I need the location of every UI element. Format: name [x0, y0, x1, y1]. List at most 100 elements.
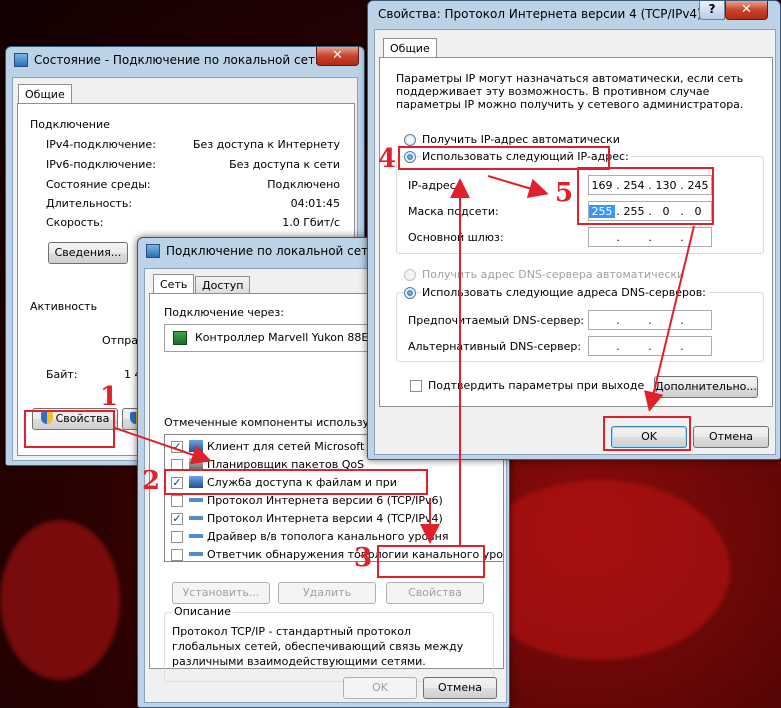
octet-separator: . — [648, 313, 652, 327]
list-item[interactable]: Планировщик пакетов QoS — [189, 458, 364, 471]
mask-octet: 255 — [623, 204, 645, 218]
list-item[interactable]: Драйвер в/в тополога канального уровня — [189, 530, 448, 543]
step-5-marker: 5 — [555, 178, 574, 208]
list-item[interactable]: Ответчик обнаружения топологии канальног… — [189, 548, 503, 561]
component-checkbox[interactable]: ✓ — [171, 441, 183, 453]
preferred-dns-field[interactable]: . . . — [588, 310, 712, 330]
client-icon — [189, 440, 203, 452]
mask-octet: 0 — [662, 204, 670, 218]
tab-general[interactable]: Общие — [18, 84, 72, 104]
service-icon — [189, 458, 203, 470]
close-button[interactable]: ✕ — [316, 47, 359, 66]
details-button[interactable]: Сведения... — [48, 242, 128, 264]
intro-text: Параметры IP могут назначаться автоматич… — [396, 72, 744, 111]
network-icon — [14, 53, 28, 67]
tab-sharing[interactable]: Доступ — [195, 276, 251, 294]
lan-properties-button[interactable]: Свойства — [386, 582, 484, 604]
manual-dns-radio[interactable] — [404, 287, 416, 299]
ipv4-properties-window: Свойства: Протокол Интернета версии 4 (T… — [367, 0, 781, 460]
component-checkbox[interactable] — [171, 495, 183, 507]
list-item[interactable]: Служба доступа к файлам и при — [189, 476, 397, 489]
step-2-marker: 2 — [142, 466, 161, 496]
step-3-marker: 3 — [354, 543, 373, 573]
service-icon — [189, 476, 203, 488]
component-checkbox[interactable]: ✓ — [171, 477, 183, 489]
tab-network[interactable]: Сеть — [153, 274, 195, 294]
octet-separator: . — [680, 313, 684, 327]
media-state-label: Состояние среды: — [46, 178, 151, 191]
component-label: Протокол Интернета версии 6 (TCP/IPv6) — [207, 494, 443, 507]
protocol-icon — [189, 552, 203, 556]
ip-octet: 245 — [687, 178, 709, 192]
component-label: Драйвер в/в тополога канального уровня — [207, 530, 449, 543]
install-button[interactable]: Установить... — [172, 582, 270, 604]
component-label: Протокол Интернета версии 4 (TCP/IPv4) — [207, 512, 443, 525]
ip-address-label: IP-адрес: — [408, 179, 460, 192]
lan-ok-button[interactable]: OK — [343, 677, 417, 699]
ipv4-label: IPv4-подключение: — [46, 138, 156, 151]
help-button[interactable]: ? — [699, 1, 725, 20]
connection-heading: Подключение — [30, 118, 110, 131]
component-checkbox[interactable] — [171, 459, 183, 471]
status-titlebar[interactable]: Состояние - Подключение по локальной сет… — [6, 47, 364, 73]
ip-octet: 130 — [655, 178, 677, 192]
ipv4-panel: Параметры IP могут назначаться автоматич… — [379, 57, 773, 407]
auto-dns-label[interactable]: Получить адрес DNS-сервера автоматически — [422, 268, 684, 281]
octet-separator: . — [648, 339, 652, 353]
protocol-icon — [189, 534, 203, 538]
ipv4-client: Общие Параметры IP могут назначаться авт… — [374, 29, 776, 455]
bytes-label: Байт: — [46, 368, 78, 381]
component-label: Клиент для сетей Microsoft — [207, 440, 365, 453]
auto-dns-radio[interactable] — [404, 269, 416, 281]
close-button[interactable]: ✕ — [725, 1, 768, 20]
background-splash — [0, 520, 120, 680]
shield-icon — [40, 412, 53, 424]
component-checkbox[interactable] — [171, 549, 183, 561]
octet-separator: . — [616, 339, 620, 353]
ipv6-value: Без доступа к сети — [229, 158, 340, 171]
lan-cancel-button[interactable]: Отмена — [423, 677, 497, 699]
auto-ip-label[interactable]: Получить IP-адрес автоматически — [422, 133, 620, 146]
status-window-title: Состояние - Подключение по локальной сет… — [34, 53, 323, 67]
alternate-dns-label: Альтернативный DNS-сервер: — [408, 340, 582, 353]
validate-label[interactable]: Подтвердить параметры при выходе — [428, 379, 644, 392]
network-icon — [146, 244, 160, 258]
ip-address-field[interactable]: 169. 254. 130. 245 — [588, 175, 712, 195]
duration-label: Длительность: — [46, 197, 133, 210]
manual-ip-radio[interactable] — [404, 151, 416, 163]
validate-checkbox[interactable] — [410, 380, 422, 392]
ip-octet: 254 — [623, 178, 645, 192]
step-4-marker: 4 — [378, 144, 397, 174]
advanced-button[interactable]: Дополнительно... — [654, 376, 758, 398]
remove-button[interactable]: Удалить — [278, 582, 376, 604]
description-text: Протокол TCP/IP - стандартный протокол г… — [172, 625, 464, 668]
component-checkbox[interactable] — [171, 531, 183, 543]
octet-separator: . — [680, 230, 684, 244]
octet-separator: . — [648, 230, 652, 244]
mask-octet: 0 — [694, 204, 702, 218]
alternate-dns-field[interactable]: . . . — [588, 336, 712, 356]
ipv4-ok-button[interactable]: OK — [611, 426, 687, 448]
manual-ip-label[interactable]: Использовать следующий IP-адрес: — [422, 150, 631, 163]
list-item-ipv4[interactable]: Протокол Интернета версии 4 (TCP/IPv4) — [189, 512, 443, 525]
gateway-label: Основной шлюз: — [408, 231, 504, 244]
component-label: Планировщик пакетов QoS — [207, 458, 365, 471]
ipv4-cancel-button[interactable]: Отмена — [693, 426, 769, 448]
gateway-field[interactable]: . . . — [588, 227, 712, 247]
duration-value: 04:01:45 — [290, 197, 340, 210]
octet-separator: . — [680, 339, 684, 353]
protocol-icon — [189, 498, 203, 502]
list-item[interactable]: Протокол Интернета версии 6 (TCP/IPv6) — [189, 494, 443, 507]
manual-dns-label[interactable]: Использовать следующие адреса DNS-сервер… — [422, 286, 708, 299]
component-checkbox[interactable]: ✓ — [171, 513, 183, 525]
media-state-value: Подключено — [267, 178, 340, 191]
auto-ip-radio[interactable] — [404, 134, 416, 146]
tab-general[interactable]: Общие — [383, 38, 437, 58]
ip-octet: 169 — [591, 178, 613, 192]
subnet-mask-label: Маска подсети: — [408, 205, 499, 218]
octet-separator: . — [616, 313, 620, 327]
list-item[interactable]: Клиент для сетей Microsoft — [189, 440, 364, 453]
connect-via-label: Подключение через: — [164, 306, 284, 319]
subnet-mask-field[interactable]: 255. 255. 0. 0 — [588, 201, 712, 221]
speed-label: Скорость: — [46, 216, 104, 229]
